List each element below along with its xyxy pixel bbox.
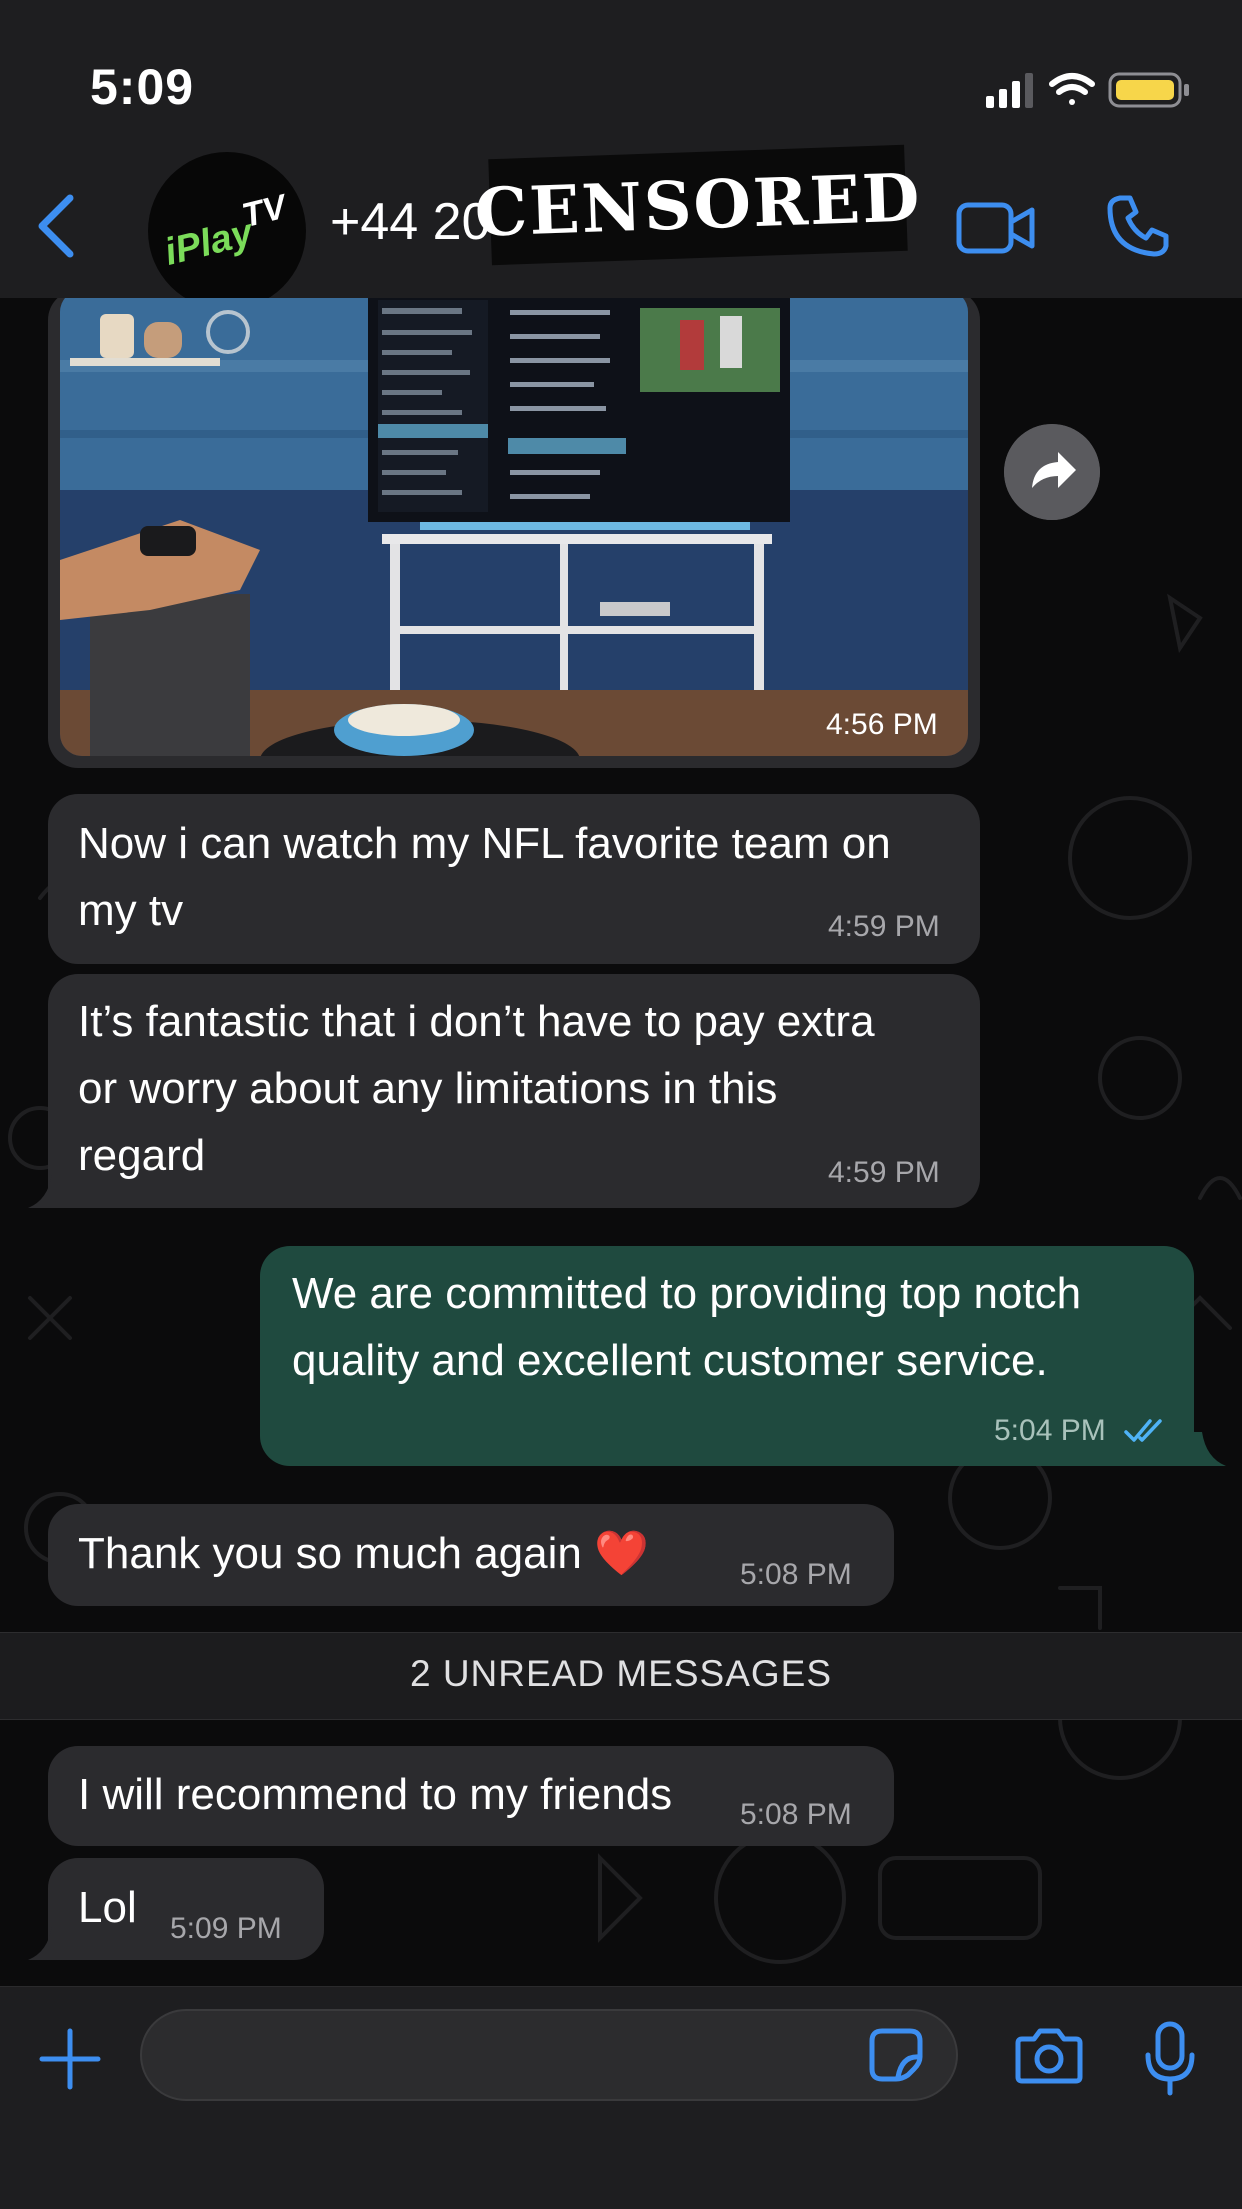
iplaytv-logo: iPlay TV bbox=[161, 187, 293, 274]
video-camera-icon[interactable] bbox=[956, 200, 1036, 256]
contact-avatar[interactable]: iPlay TV bbox=[148, 152, 306, 310]
bubble-tail bbox=[28, 1174, 68, 1208]
unread-label: 2 UNREAD MESSAGES bbox=[409, 1653, 833, 1694]
censor-overlay: CENSORED bbox=[473, 144, 923, 266]
tv-setup-photo[interactable] bbox=[60, 298, 968, 756]
message-line: quality and excellent customer service. bbox=[292, 1336, 1048, 1385]
message-text: Thank you so much again ❤️ bbox=[78, 1529, 649, 1578]
message-time: 4:59 PM bbox=[828, 1156, 940, 1189]
message-line: We are committed to providing top notch bbox=[292, 1269, 1082, 1318]
plus-icon[interactable] bbox=[38, 2027, 102, 2091]
bubble-tail bbox=[28, 1926, 68, 1960]
incoming-message[interactable]: It’s fantastic that i don’t have to pay … bbox=[48, 974, 980, 1208]
sticker-icon[interactable] bbox=[868, 2027, 924, 2083]
unread-messages-divider: 2 UNREAD MESSAGES bbox=[0, 1632, 1242, 1720]
svg-text:TV: TV bbox=[238, 187, 293, 235]
status-icons bbox=[986, 72, 1189, 108]
message-line: regard bbox=[78, 1131, 206, 1180]
phone-icon[interactable] bbox=[1106, 194, 1170, 258]
signal-icon bbox=[986, 73, 1033, 108]
message-line: my tv bbox=[78, 886, 184, 935]
message-time: 5:09 PM bbox=[170, 1912, 282, 1945]
bubble-tail bbox=[1186, 1432, 1226, 1466]
message-text: I will recommend to my friends bbox=[78, 1770, 673, 1819]
status-time: 5:09 bbox=[90, 59, 195, 115]
message-text: It’s fantastic that i don’t have to pay … bbox=[78, 988, 875, 1189]
message-text: Now i can watch my NFL favorite team on … bbox=[78, 810, 891, 944]
incoming-message[interactable]: Lol 5:09 PM bbox=[48, 1858, 324, 1960]
double-check-icon bbox=[1124, 1419, 1162, 1442]
message-line: It’s fantastic that i don’t have to pay … bbox=[78, 997, 875, 1046]
forward-button[interactable] bbox=[1004, 424, 1100, 520]
status-bar: 5:09 bbox=[0, 0, 1242, 150]
contact-name[interactable]: +44 20 bbox=[330, 192, 491, 252]
microphone-icon[interactable] bbox=[1142, 2021, 1198, 2097]
censor-label: CENSORED bbox=[473, 158, 923, 252]
message-time: 5:08 PM bbox=[740, 1558, 852, 1591]
battery-icon bbox=[1108, 72, 1189, 108]
chat-header: iPlay TV +44 20 CENSORED bbox=[0, 144, 1242, 310]
message-time: 4:59 PM bbox=[828, 910, 940, 943]
outgoing-message[interactable]: We are committed to providing top notch … bbox=[260, 1246, 1194, 1466]
message-time: 5:08 PM bbox=[740, 1798, 852, 1831]
camera-icon[interactable] bbox=[1014, 2027, 1084, 2085]
message-text: Lol bbox=[78, 1883, 137, 1932]
incoming-message[interactable]: Now i can watch my NFL favorite team on … bbox=[48, 794, 980, 964]
message-text: We are committed to providing top notch … bbox=[292, 1260, 1081, 1394]
back-chevron-icon[interactable] bbox=[34, 194, 78, 258]
media-message[interactable]: 4:56 PM bbox=[48, 298, 980, 768]
message-input[interactable] bbox=[140, 2009, 958, 2101]
wifi-icon bbox=[1049, 73, 1095, 105]
incoming-message[interactable]: I will recommend to my friends 5:08 PM bbox=[48, 1746, 894, 1846]
chat-thread[interactable]: 4:56 PM Now i can watch my NFL favorite … bbox=[0, 298, 1242, 1986]
photo-image bbox=[60, 298, 968, 756]
incoming-message[interactable]: Thank you so much again ❤️ 5:08 PM bbox=[48, 1504, 894, 1606]
message-time: 4:56 PM bbox=[826, 708, 938, 741]
message-line: or worry about any limitations in this bbox=[78, 1064, 778, 1113]
message-composer bbox=[0, 1986, 1242, 2209]
message-line: Now i can watch my NFL favorite team on bbox=[78, 819, 891, 868]
message-time: 5:04 PM bbox=[994, 1414, 1106, 1447]
